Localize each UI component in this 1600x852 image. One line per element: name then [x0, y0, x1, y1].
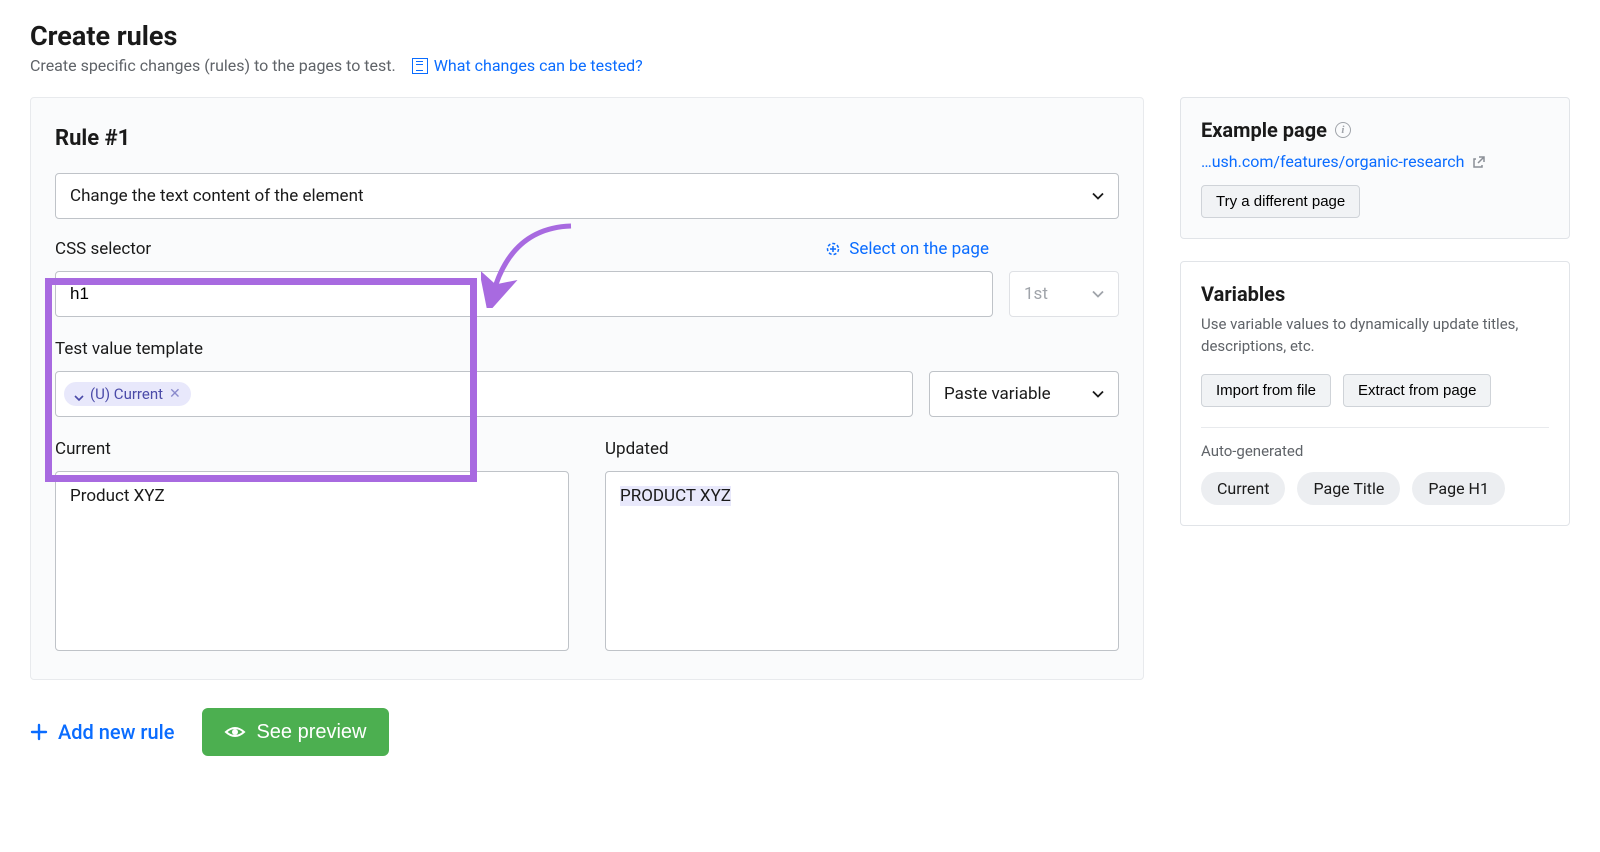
ordinal-select[interactable]: 1st	[1009, 271, 1119, 317]
autogen-label: Auto-generated	[1201, 442, 1549, 460]
variables-desc: Use variable values to dynamically updat…	[1201, 314, 1549, 358]
tvt-label: Test value template	[55, 339, 1119, 359]
chevron-down-icon	[74, 389, 84, 399]
chip-close-icon[interactable]: ✕	[169, 386, 181, 402]
variable-chip[interactable]: (U) Current ✕	[64, 382, 191, 406]
try-different-page-button[interactable]: Try a different page	[1201, 185, 1360, 218]
see-preview-label: See preview	[256, 721, 366, 744]
variables-card: Variables Use variable values to dynamic…	[1180, 261, 1570, 526]
add-rule-button[interactable]: Add new rule	[30, 720, 174, 744]
variable-pill-page-h1[interactable]: Page H1	[1412, 472, 1505, 505]
page-subtitle: Create specific changes (rules) to the p…	[30, 56, 396, 75]
variable-pill-page-title[interactable]: Page Title	[1297, 472, 1400, 505]
eye-icon	[224, 721, 246, 743]
info-icon[interactable]: i	[1335, 122, 1351, 138]
paste-variable-select[interactable]: Paste variable	[929, 371, 1119, 417]
example-page-card: Example page i …ush.com/features/organic…	[1180, 97, 1570, 239]
chevron-down-icon	[1092, 288, 1104, 300]
chip-label: (U) Current	[90, 385, 163, 403]
change-type-value: Change the text content of the element	[70, 186, 364, 206]
variables-title: Variables	[1201, 282, 1549, 306]
css-selector-label: CSS selector	[55, 239, 151, 259]
help-link-text: What changes can be tested?	[434, 56, 643, 75]
chevron-down-icon	[1092, 190, 1104, 202]
select-on-page-link[interactable]: Select on the page	[825, 239, 989, 259]
change-type-select[interactable]: Change the text content of the element	[55, 173, 1119, 219]
current-value: Product XYZ	[70, 486, 165, 506]
select-on-page-text: Select on the page	[849, 239, 989, 259]
add-rule-label: Add new rule	[58, 720, 174, 744]
external-link-icon[interactable]	[1472, 155, 1486, 169]
article-icon	[412, 58, 428, 74]
rule-title: Rule #1	[55, 126, 1119, 151]
example-url-link[interactable]: …ush.com/features/organic-research	[1201, 152, 1464, 171]
help-link[interactable]: What changes can be tested?	[412, 56, 643, 75]
updated-value-box[interactable]: PRODUCT XYZ	[605, 471, 1119, 651]
updated-value: PRODUCT XYZ	[620, 486, 731, 506]
template-input[interactable]: (U) Current ✕	[55, 371, 913, 417]
target-icon	[825, 241, 841, 257]
current-label: Current	[55, 439, 569, 459]
actions-row: Add new rule See preview	[30, 708, 1144, 756]
rule-panel: Rule #1 Change the text content of the e…	[30, 97, 1144, 680]
current-value-box: Product XYZ	[55, 471, 569, 651]
page-title: Create rules	[30, 20, 1570, 52]
ordinal-value: 1st	[1024, 284, 1048, 304]
example-page-title: Example page	[1201, 118, 1327, 142]
chevron-down-icon	[1092, 388, 1104, 400]
extract-from-page-button[interactable]: Extract from page	[1343, 374, 1491, 407]
see-preview-button[interactable]: See preview	[202, 708, 388, 756]
page-subtitle-row: Create specific changes (rules) to the p…	[30, 56, 1570, 75]
paste-variable-label: Paste variable	[944, 384, 1051, 404]
divider	[1201, 427, 1549, 428]
import-from-file-button[interactable]: Import from file	[1201, 374, 1331, 407]
updated-label: Updated	[605, 439, 1119, 459]
plus-icon	[30, 723, 48, 741]
variable-pill-current[interactable]: Current	[1201, 472, 1285, 505]
css-selector-input[interactable]	[55, 271, 993, 317]
